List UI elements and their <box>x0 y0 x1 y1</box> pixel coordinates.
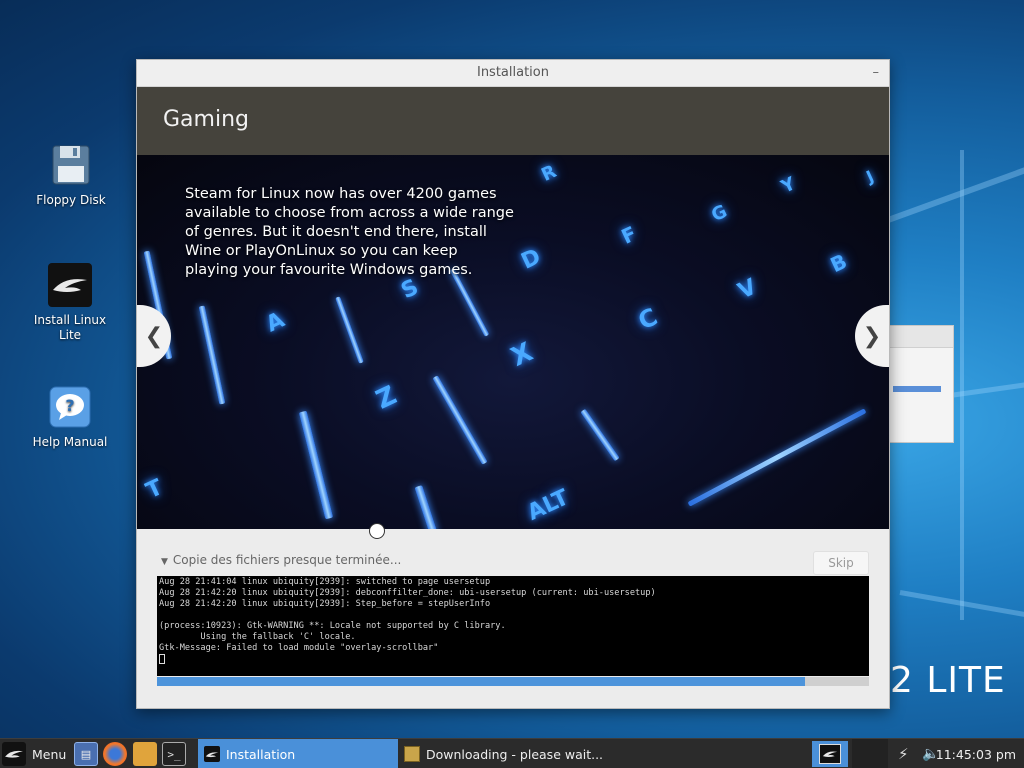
log-line: Aug 28 21:42:20 linux ubiquity[2939]: St… <box>159 599 491 609</box>
keyboard-key-glyph: Z <box>371 380 402 416</box>
firefox-icon[interactable] <box>103 742 127 766</box>
log-line: Aug 28 21:42:20 linux ubiquity[2939]: de… <box>159 588 656 598</box>
mouse-cursor <box>369 523 385 539</box>
package-icon <box>404 746 420 762</box>
background-window-progress <box>893 386 941 392</box>
window-titlebar[interactable]: Installation – <box>137 60 889 87</box>
taskbar-task-downloading[interactable]: Downloading - please wait... <box>398 739 698 768</box>
desktop-icon-floppy-disk[interactable]: Floppy Disk <box>26 143 116 208</box>
clock[interactable]: 11:45:03 pm <box>936 739 1016 768</box>
log-line: (process:10923): Gtk-WARNING **: Locale … <box>159 621 506 631</box>
installation-window: Installation – Gaming R G F D S A X Z C … <box>136 59 890 709</box>
menu-label: Menu <box>32 746 67 762</box>
keyboard-key-glyph: J <box>863 166 877 187</box>
start-menu-button[interactable]: Menu <box>2 739 66 768</box>
desktop-icon-label: Floppy Disk <box>36 193 106 207</box>
keyboard-key-glyph: C <box>633 302 662 336</box>
keyboard-key-glyph: Y <box>778 173 799 198</box>
keyboard-key-glyph: G <box>708 200 731 227</box>
keyboard-key-glyph: B <box>826 248 851 278</box>
key-glow-edge <box>580 408 620 462</box>
install-progress-fill <box>157 677 805 686</box>
key-glow-edge <box>432 375 488 465</box>
slideshow-image: R G F D S A X Z C V B ALT T Y J Steam fo… <box>137 155 889 529</box>
linux-lite-feather-icon <box>204 746 220 762</box>
floppy-disk-icon <box>49 143 93 187</box>
svg-text:?: ? <box>65 396 74 415</box>
key-glow-edge <box>687 408 867 507</box>
linux-lite-feather-icon <box>2 742 26 766</box>
skip-button[interactable]: Skip <box>813 551 869 575</box>
keyboard-key-glyph: ALT <box>523 485 573 526</box>
triangle-down-icon: ▼ <box>161 557 168 567</box>
window-title: Installation <box>476 65 549 80</box>
wallpaper-ray <box>878 151 1024 226</box>
install-progress-bar <box>157 677 869 686</box>
chevron-left-icon: ❮ <box>144 323 164 349</box>
task-label: Downloading - please wait... <box>426 746 604 762</box>
terminal-cursor <box>159 654 165 664</box>
folder-icon[interactable] <box>133 742 157 766</box>
keyboard-key-glyph: T <box>142 474 167 505</box>
slide-next-button[interactable]: ❯ <box>855 305 889 367</box>
desktop-icon-help-manual[interactable]: ? Help Manual <box>25 385 115 450</box>
slide-description: Steam for Linux now has over 4200 games … <box>185 186 514 278</box>
keyboard-key-glyph: R <box>538 161 560 186</box>
keyboard-key-glyph: F <box>617 221 641 249</box>
network-icon[interactable]: ⚡ <box>898 739 909 768</box>
linux-lite-feather-icon <box>48 263 92 307</box>
key-glow-edge <box>414 484 438 529</box>
background-window[interactable] <box>888 325 954 443</box>
keyboard-key-glyph: A <box>262 307 289 338</box>
tray-app-icon[interactable] <box>812 741 848 767</box>
wallpaper-branding-text: 2 LITE <box>890 660 1006 701</box>
keyboard-key-glyph: X <box>506 337 538 373</box>
details-expander[interactable]: ▼ Copie des fichiers presque terminée... <box>161 553 401 567</box>
background-window-titlebar[interactable] <box>889 326 953 348</box>
taskbar-task-installation[interactable]: Installation <box>198 739 398 768</box>
log-line: Gtk-Message: Failed to load module "over… <box>159 643 439 653</box>
slide-header: Gaming <box>137 87 889 155</box>
wallpaper-ray <box>960 150 964 620</box>
keyboard-key-glyph: D <box>517 244 545 275</box>
minimize-button[interactable]: – <box>873 60 880 86</box>
key-glow-edge <box>198 305 226 405</box>
taskbar: Menu ▤ >_ Installation Downloading - ple… <box>0 738 1024 768</box>
tray-separator <box>852 739 888 768</box>
key-glow-edge <box>298 410 334 520</box>
file-manager-icon[interactable]: ▤ <box>74 742 98 766</box>
desktop-icon-label: Install Linux Lite <box>33 313 107 342</box>
keyboard-key-glyph: V <box>734 274 761 305</box>
desktop-icon-label: Help Manual <box>32 435 108 449</box>
log-line: Using the fallback 'C' locale. <box>159 632 356 642</box>
terminal-icon[interactable]: >_ <box>162 742 186 766</box>
task-label: Installation <box>226 746 296 762</box>
desktop-icon-install-linux-lite[interactable]: Install Linux Lite <box>25 263 115 343</box>
install-log-terminal[interactable]: Aug 28 21:41:04 linux ubiquity[2939]: sw… <box>157 576 869 676</box>
chevron-right-icon: ❯ <box>862 323 882 349</box>
help-question-icon: ? <box>48 385 92 429</box>
key-glow-edge <box>335 296 364 364</box>
log-line: Aug 28 21:41:04 linux ubiquity[2939]: sw… <box>159 577 491 587</box>
status-text: Copie des fichiers presque terminée... <box>172 553 402 567</box>
